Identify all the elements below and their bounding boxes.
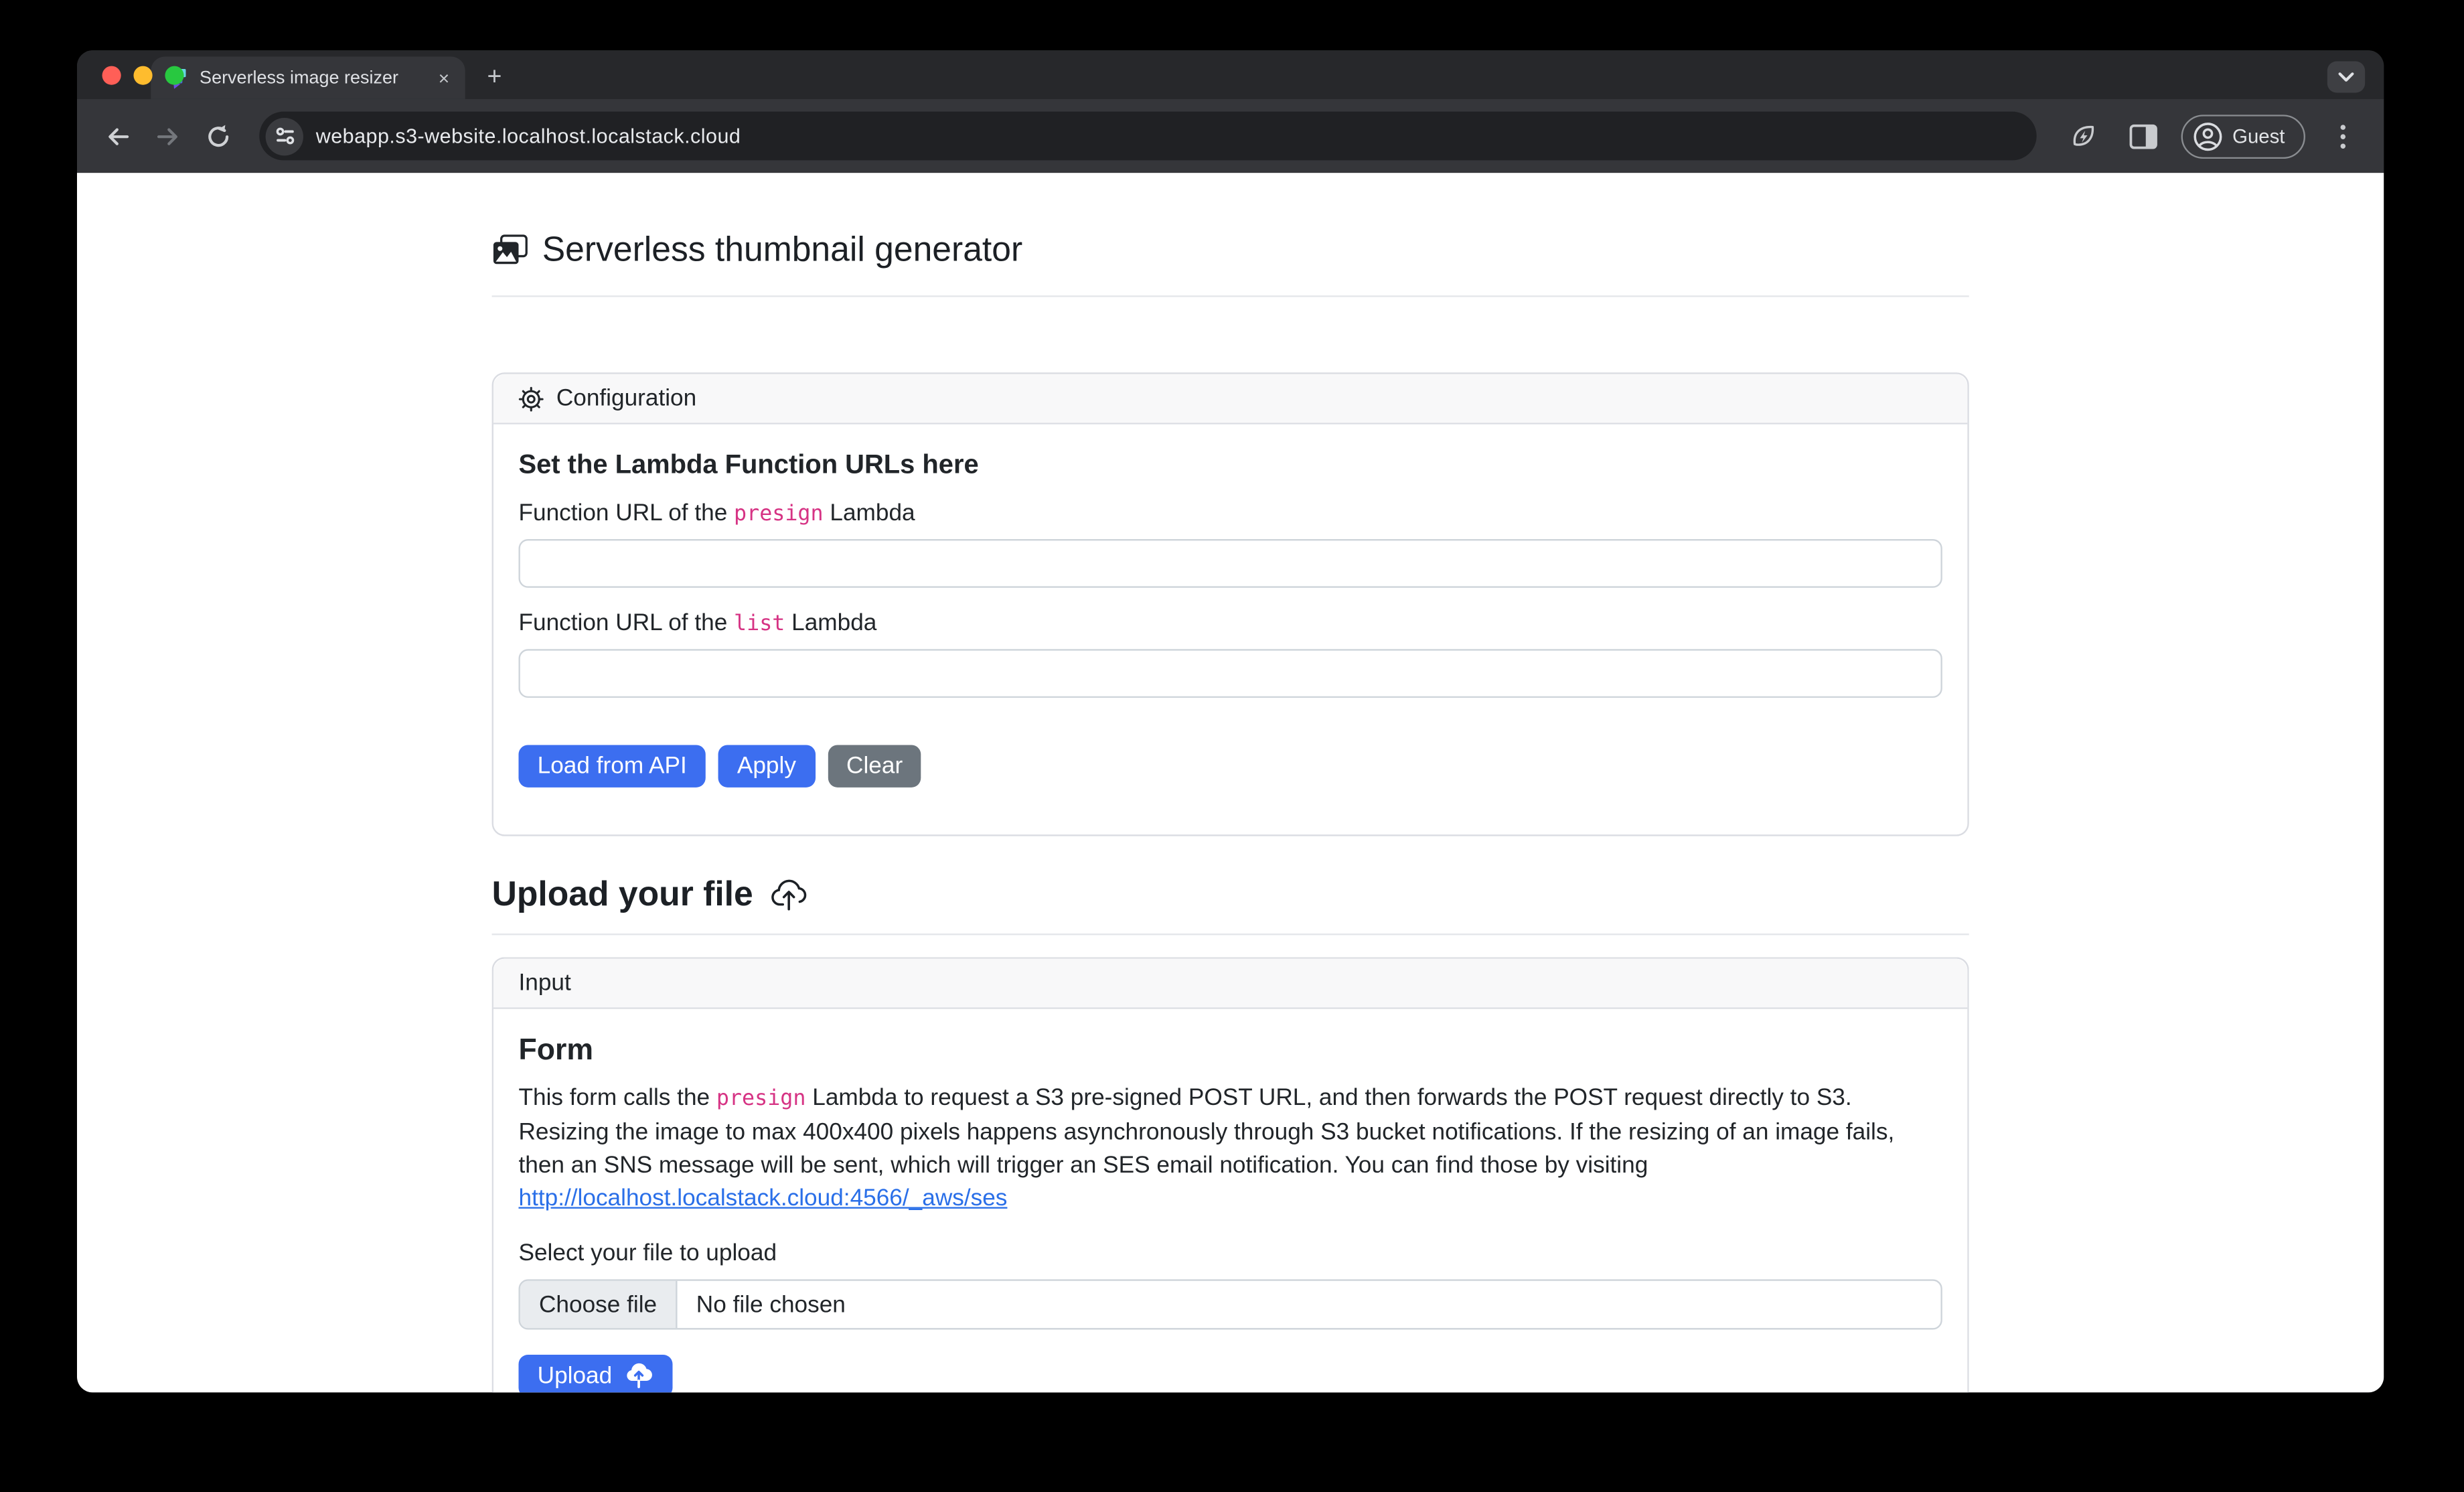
file-select-label: Select your file to upload	[518, 1240, 1942, 1267]
configuration-card-body: Set the Lambda Function URLs here Functi…	[493, 425, 1967, 835]
tab-close-icon[interactable]: ×	[435, 65, 453, 90]
page-title: Serverless thumbnail generator	[492, 230, 1969, 271]
file-input[interactable]: Choose file No file chosen	[518, 1279, 1942, 1329]
browser-window: Serverless image resizer × +	[77, 50, 2384, 1392]
upload-divider	[492, 934, 1969, 935]
presign-label-prefix: Function URL of the	[518, 500, 734, 526]
toolbar-right: Guest	[2061, 114, 2365, 158]
screen: Serverless image resizer × +	[0, 0, 2464, 1492]
desc-part1: This form calls the	[518, 1084, 716, 1111]
url-text[interactable]: webapp.s3-website.localhost.localstack.c…	[316, 124, 741, 147]
cloud-upload-icon	[769, 875, 810, 913]
page-title-text: Serverless thumbnail generator	[542, 230, 1023, 271]
reload-button[interactable]	[196, 114, 240, 158]
window-controls	[102, 66, 184, 85]
upload-section-heading: Upload your file	[492, 874, 1969, 915]
configuration-card-header: Configuration	[493, 374, 1967, 425]
web-page: Serverless thumbnail generator	[77, 173, 2384, 1392]
upload-heading-text: Upload your file	[492, 874, 753, 915]
list-url-input[interactable]	[518, 649, 1942, 698]
gear-icon	[518, 386, 544, 411]
upload-button-label: Upload	[538, 1363, 613, 1390]
list-url-label: Function URL of the list Lambda	[518, 610, 1942, 637]
energy-saver-icon[interactable]	[2061, 114, 2105, 158]
cloud-upload-fill-icon	[623, 1363, 653, 1390]
config-buttons: Load from API Apply Clear	[518, 745, 1942, 787]
clear-button[interactable]: Clear	[828, 745, 921, 787]
configuration-card: Configuration Set the Lambda Function UR…	[492, 372, 1969, 836]
maximize-window-button[interactable]	[165, 66, 183, 85]
load-from-api-button[interactable]: Load from API	[518, 745, 705, 787]
profile-avatar-icon	[2191, 121, 2223, 152]
input-card-header: Input	[493, 959, 1967, 1009]
list-label-suffix: Lambda	[785, 610, 876, 637]
configuration-card-title: Configuration	[556, 385, 696, 412]
new-tab-button[interactable]: +	[487, 56, 502, 98]
site-settings-icon[interactable]	[266, 117, 303, 155]
file-chosen-status: No file chosen	[678, 1281, 864, 1328]
upload-button[interactable]: Upload	[518, 1355, 672, 1392]
tab-title: Serverless image resizer	[200, 68, 425, 87]
apply-button[interactable]: Apply	[718, 745, 815, 787]
form-heading: Form	[518, 1034, 1942, 1069]
back-button[interactable]	[96, 114, 140, 158]
presign-url-input[interactable]	[518, 539, 1942, 588]
browser-tab[interactable]: Serverless image resizer ×	[151, 56, 465, 98]
browser-toolbar: webapp.s3-website.localhost.localstack.c…	[77, 99, 2384, 173]
input-card-title: Input	[518, 970, 570, 996]
minimize-window-button[interactable]	[133, 66, 152, 85]
forward-button[interactable]	[146, 114, 190, 158]
presign-label-suffix: Lambda	[824, 500, 915, 526]
title-divider	[492, 295, 1969, 297]
tab-strip: Serverless image resizer × +	[77, 50, 2384, 99]
images-icon	[492, 234, 528, 267]
input-card-body: Form This form calls the presign Lambda …	[493, 1009, 1967, 1393]
form-description: This form calls the presign Lambda to re…	[518, 1081, 1942, 1215]
tab-search-chevron-button[interactable]	[2327, 62, 2365, 93]
address-bar[interactable]: webapp.s3-website.localhost.localstack.c…	[259, 112, 2036, 161]
ses-link[interactable]: http://localhost.localstack.cloud:4566/_…	[518, 1185, 1007, 1212]
input-card: Input Form This form calls the presign L…	[492, 957, 1969, 1392]
menu-kebab-icon[interactable]	[2321, 114, 2365, 158]
list-label-prefix: Function URL of the	[518, 610, 734, 637]
config-heading: Set the Lambda Function URLs here	[518, 449, 1942, 481]
list-code: list	[734, 611, 785, 637]
upload-button-row: Upload	[518, 1355, 1942, 1392]
presign-url-label: Function URL of the presign Lambda	[518, 500, 1942, 526]
presign-code: presign	[734, 502, 824, 527]
close-window-button[interactable]	[102, 66, 121, 85]
side-panel-icon[interactable]	[2121, 114, 2165, 158]
desc-code: presign	[716, 1086, 806, 1112]
profile-label: Guest	[2232, 125, 2285, 147]
choose-file-button[interactable]: Choose file	[520, 1281, 678, 1328]
profile-button[interactable]: Guest	[2181, 114, 2305, 158]
